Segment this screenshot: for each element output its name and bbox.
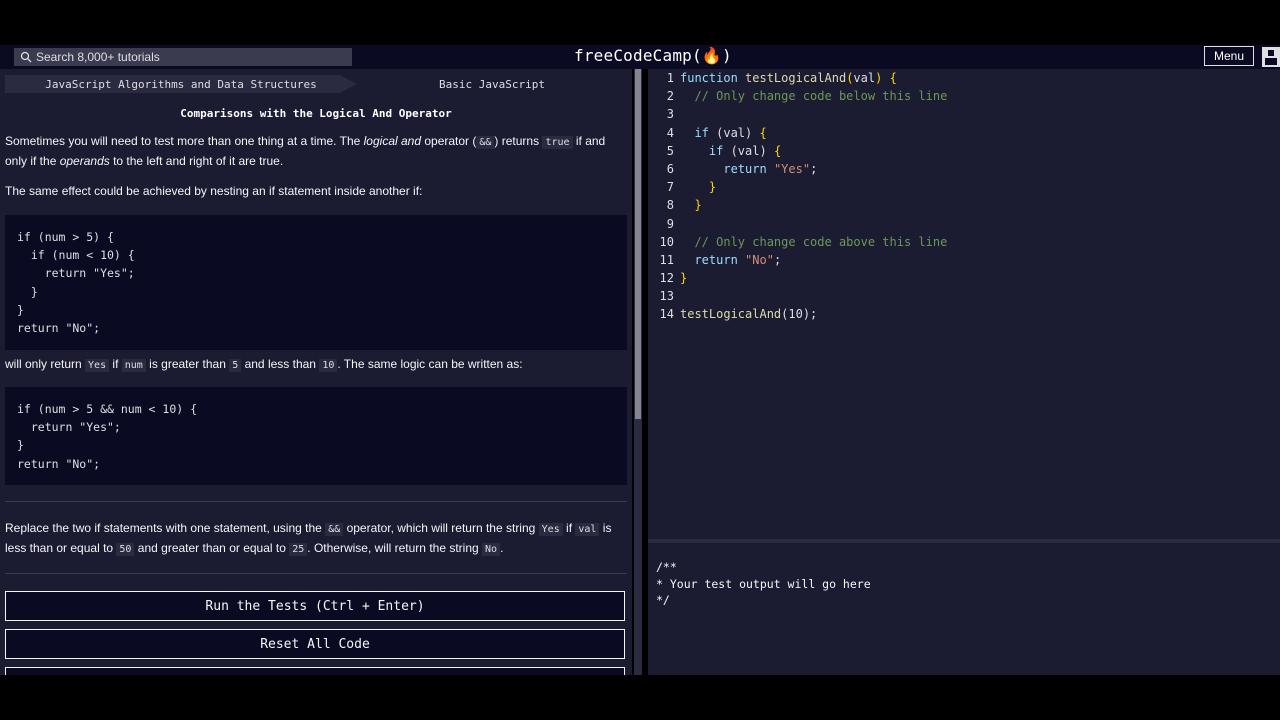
description-paragraph-2: The same effect could be achieved by nes… — [5, 184, 423, 198]
user-icon — [1265, 50, 1277, 65]
code-lines[interactable]: function testLogicalAnd(val) { // Only c… — [680, 69, 947, 324]
search-bar[interactable]: Search 8,000+ tutorials — [14, 48, 352, 66]
line-number: 13 — [659, 289, 674, 304]
breadcrumb: JavaScript Algorithms and Data Structure… — [5, 75, 627, 93]
avatar[interactable] — [1262, 47, 1280, 67]
code-example-logical-and: if (num > 5 && num < 10) { return "Yes";… — [5, 387, 627, 485]
breadcrumb-superblock[interactable]: JavaScript Algorithms and Data Structure… — [5, 75, 357, 93]
code-line[interactable]: testLogicalAnd(10); — [680, 305, 947, 323]
line-number: 1 — [666, 71, 674, 85]
description-paragraph-3: will only return Yes if num is greater t… — [5, 357, 523, 372]
code-line[interactable]: return "No"; — [680, 251, 947, 269]
description-paragraph-1: Sometimes you will need to test more tha… — [5, 134, 606, 168]
code-line[interactable]: } — [680, 196, 947, 214]
code-line[interactable]: if (val) { — [680, 124, 947, 142]
run-tests-button[interactable]: Run the Tests (Ctrl + Enter) — [5, 591, 625, 621]
line-number: 3 — [666, 107, 674, 122]
code-line[interactable] — [680, 287, 947, 305]
brand-logo[interactable]: freeCodeCamp(🔥) — [574, 46, 732, 65]
get-help-button[interactable] — [5, 667, 625, 675]
test-output-text: /** * Your test output will go here */ — [656, 560, 871, 607]
code-line[interactable] — [680, 215, 947, 233]
line-number-gutter: 1 2 3 4 5 6 7 8 9 10 11 12 13 14 — [648, 69, 674, 324]
instructions-scrollbar[interactable] — [634, 69, 642, 675]
menu-button[interactable]: Menu — [1204, 46, 1254, 66]
code-example-nested: if (num > 5) { if (num < 10) { return "Y… — [5, 215, 627, 350]
code-line[interactable]: } — [680, 269, 947, 287]
line-number: 5 — [666, 143, 674, 158]
code-line[interactable]: return "Yes"; — [680, 160, 947, 178]
challenge-title: Comparisons with the Logical And Operato… — [180, 107, 452, 120]
breadcrumb-block[interactable]: Basic JavaScript — [357, 75, 627, 93]
line-number: 6 — [666, 161, 674, 176]
reset-code-button[interactable]: Reset All Code — [5, 629, 625, 659]
instructions-paragraph: Replace the two if statements with one s… — [5, 521, 612, 556]
line-number: 7 — [666, 180, 674, 195]
search-icon — [20, 51, 32, 63]
line-number: 10 — [659, 234, 674, 249]
code-line[interactable]: if (val) { — [680, 142, 947, 160]
top-nav-bar: Search 8,000+ tutorials freeCodeCamp(🔥) … — [0, 45, 1280, 69]
line-number: 11 — [659, 252, 674, 267]
line-number: 8 — [666, 198, 674, 213]
code-line[interactable]: } — [680, 178, 947, 196]
line-number: 4 — [666, 125, 674, 140]
line-number: 9 — [666, 216, 674, 231]
divider — [5, 501, 627, 502]
line-number: 14 — [659, 307, 674, 322]
code-line[interactable] — [680, 105, 947, 123]
code-line[interactable]: // Only change code below this line — [680, 87, 947, 105]
scrollbar-thumb[interactable] — [635, 69, 641, 419]
instructions-panel: JavaScript Algorithms and Data Structure… — [0, 69, 632, 675]
search-placeholder: Search 8,000+ tutorials — [36, 50, 160, 64]
line-number: 12 — [659, 271, 674, 286]
code-line[interactable]: // Only change code above this line — [680, 233, 947, 251]
divider — [5, 573, 627, 574]
code-editor[interactable]: 1 2 3 4 5 6 7 8 9 10 11 12 13 14 functio… — [648, 69, 1280, 539]
test-output-panel: /** * Your test output will go here */ — [648, 543, 1280, 675]
code-line[interactable]: function testLogicalAnd(val) { — [680, 69, 947, 87]
line-number: 2 — [666, 89, 674, 104]
